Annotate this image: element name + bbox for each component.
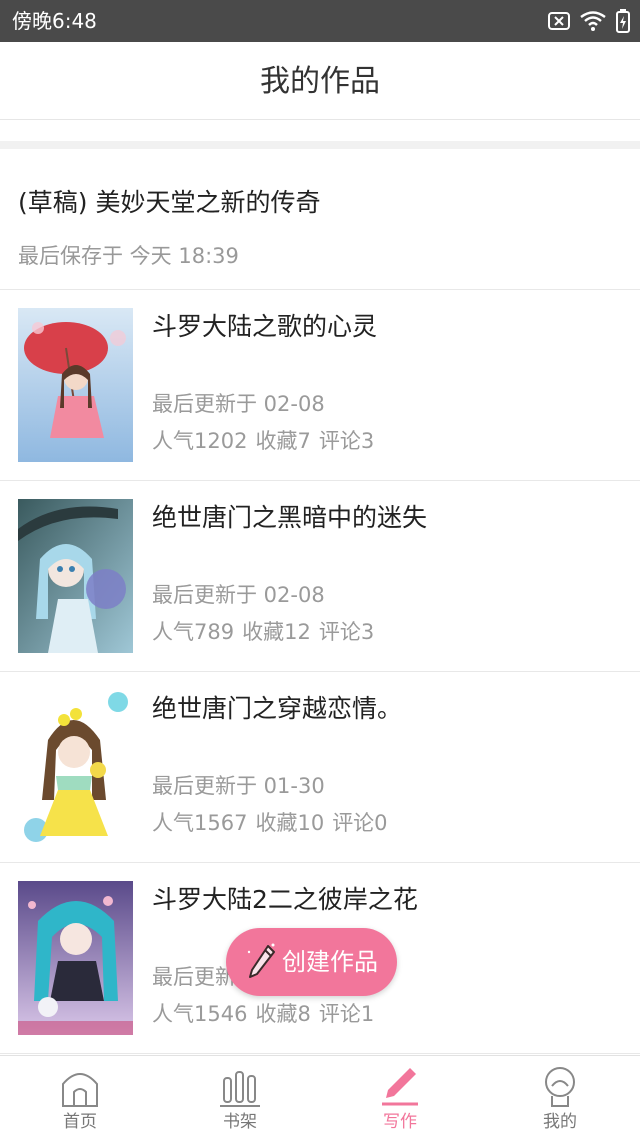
work-cover-image: [18, 881, 133, 1035]
section-divider: [0, 141, 640, 149]
pencil-icon: [382, 1068, 418, 1106]
bookshelf-icon: [220, 1071, 260, 1107]
work-comments: 评论1: [318, 1002, 375, 1026]
work-comments: 评论3: [318, 429, 375, 453]
status-bar: 傍晚6:48: [0, 0, 640, 42]
work-popularity: 人气1546: [152, 1002, 248, 1026]
draft-title: (草稿) 美妙天堂之新的传奇: [18, 188, 321, 217]
work-title: 绝世唐门之穿越恋情。: [152, 694, 403, 723]
work-updated: 最后更新于 01-30: [152, 774, 325, 798]
work-favorites: 收藏12: [242, 620, 311, 644]
work-updated: 最后更新于 02-08: [152, 392, 325, 416]
profile-icon: [545, 1067, 575, 1107]
work-title: 斗罗大陆之歌的心灵: [152, 312, 378, 341]
work-item[interactable]: 斗罗大陆之歌的心灵 最后更新于 02-08 人气1202 收藏7 评论3: [0, 290, 640, 481]
work-comments: 评论0: [332, 811, 388, 835]
app-header: 我的作品: [0, 42, 640, 120]
status-icons: [548, 9, 630, 33]
nav-label-home: 首页: [63, 1112, 97, 1132]
work-favorites: 收藏10: [255, 811, 325, 835]
work-comments: 评论3: [318, 620, 375, 644]
battery-icon: [616, 9, 630, 33]
nav-label-profile: 我的: [543, 1112, 577, 1132]
work-updated: 最后更新于 02-08: [152, 583, 325, 607]
nav-item-write[interactable]: 写作: [320, 1056, 480, 1138]
nav-label-write: 写作: [383, 1112, 417, 1132]
work-title: 斗罗大陆2二之彼岸之花: [152, 885, 418, 914]
sim-x-icon: [548, 12, 570, 30]
work-stats: 人气1546 收藏8 评论1: [152, 1001, 382, 1027]
work-stats: 人气1202 收藏7 评论3: [152, 428, 382, 454]
work-popularity: 人气1202: [152, 429, 248, 453]
nav-item-home[interactable]: 首页: [0, 1056, 160, 1138]
work-item[interactable]: 绝世唐门之黑暗中的迷失 最后更新于 02-08 人气789 收藏12 评论3: [0, 481, 640, 672]
work-title: 绝世唐门之黑暗中的迷失: [152, 503, 428, 532]
work-stats: 人气789 收藏12 评论3: [152, 619, 382, 645]
bottom-nav: 首页 书架 写作 我的: [0, 1055, 640, 1138]
work-popularity: 人气789: [152, 620, 235, 644]
draft-saved-time: 最后保存于 今天 18:39: [18, 244, 239, 268]
status-time: 傍晚6:48: [12, 9, 97, 33]
work-cover-image: [18, 690, 133, 844]
nav-label-bookshelf: 书架: [223, 1112, 257, 1132]
work-item[interactable]: 绝世唐门之穿越恋情。 最后更新于 01-30 人气1567 收藏10 评论0: [0, 672, 640, 863]
work-favorites: 收藏8: [255, 1002, 311, 1026]
work-stats: 人气1567 收藏10 评论0: [152, 810, 396, 836]
page-title: 我的作品: [260, 64, 380, 99]
draft-item[interactable]: (草稿) 美妙天堂之新的传奇 最后保存于 今天 18:39: [0, 149, 640, 290]
home-icon: [62, 1073, 98, 1107]
nav-item-profile[interactable]: 我的: [480, 1056, 640, 1138]
nav-item-bookshelf[interactable]: 书架: [160, 1056, 320, 1138]
work-cover-image: [18, 308, 133, 462]
work-popularity: 人气1567: [152, 811, 248, 835]
work-cover-image: [18, 499, 133, 653]
wifi-icon: [580, 11, 606, 31]
pencil-icon: [247, 943, 275, 978]
work-favorites: 收藏7: [255, 429, 311, 453]
create-work-label: 创建作品: [282, 948, 378, 976]
create-work-button[interactable]: 创建作品: [226, 928, 397, 996]
